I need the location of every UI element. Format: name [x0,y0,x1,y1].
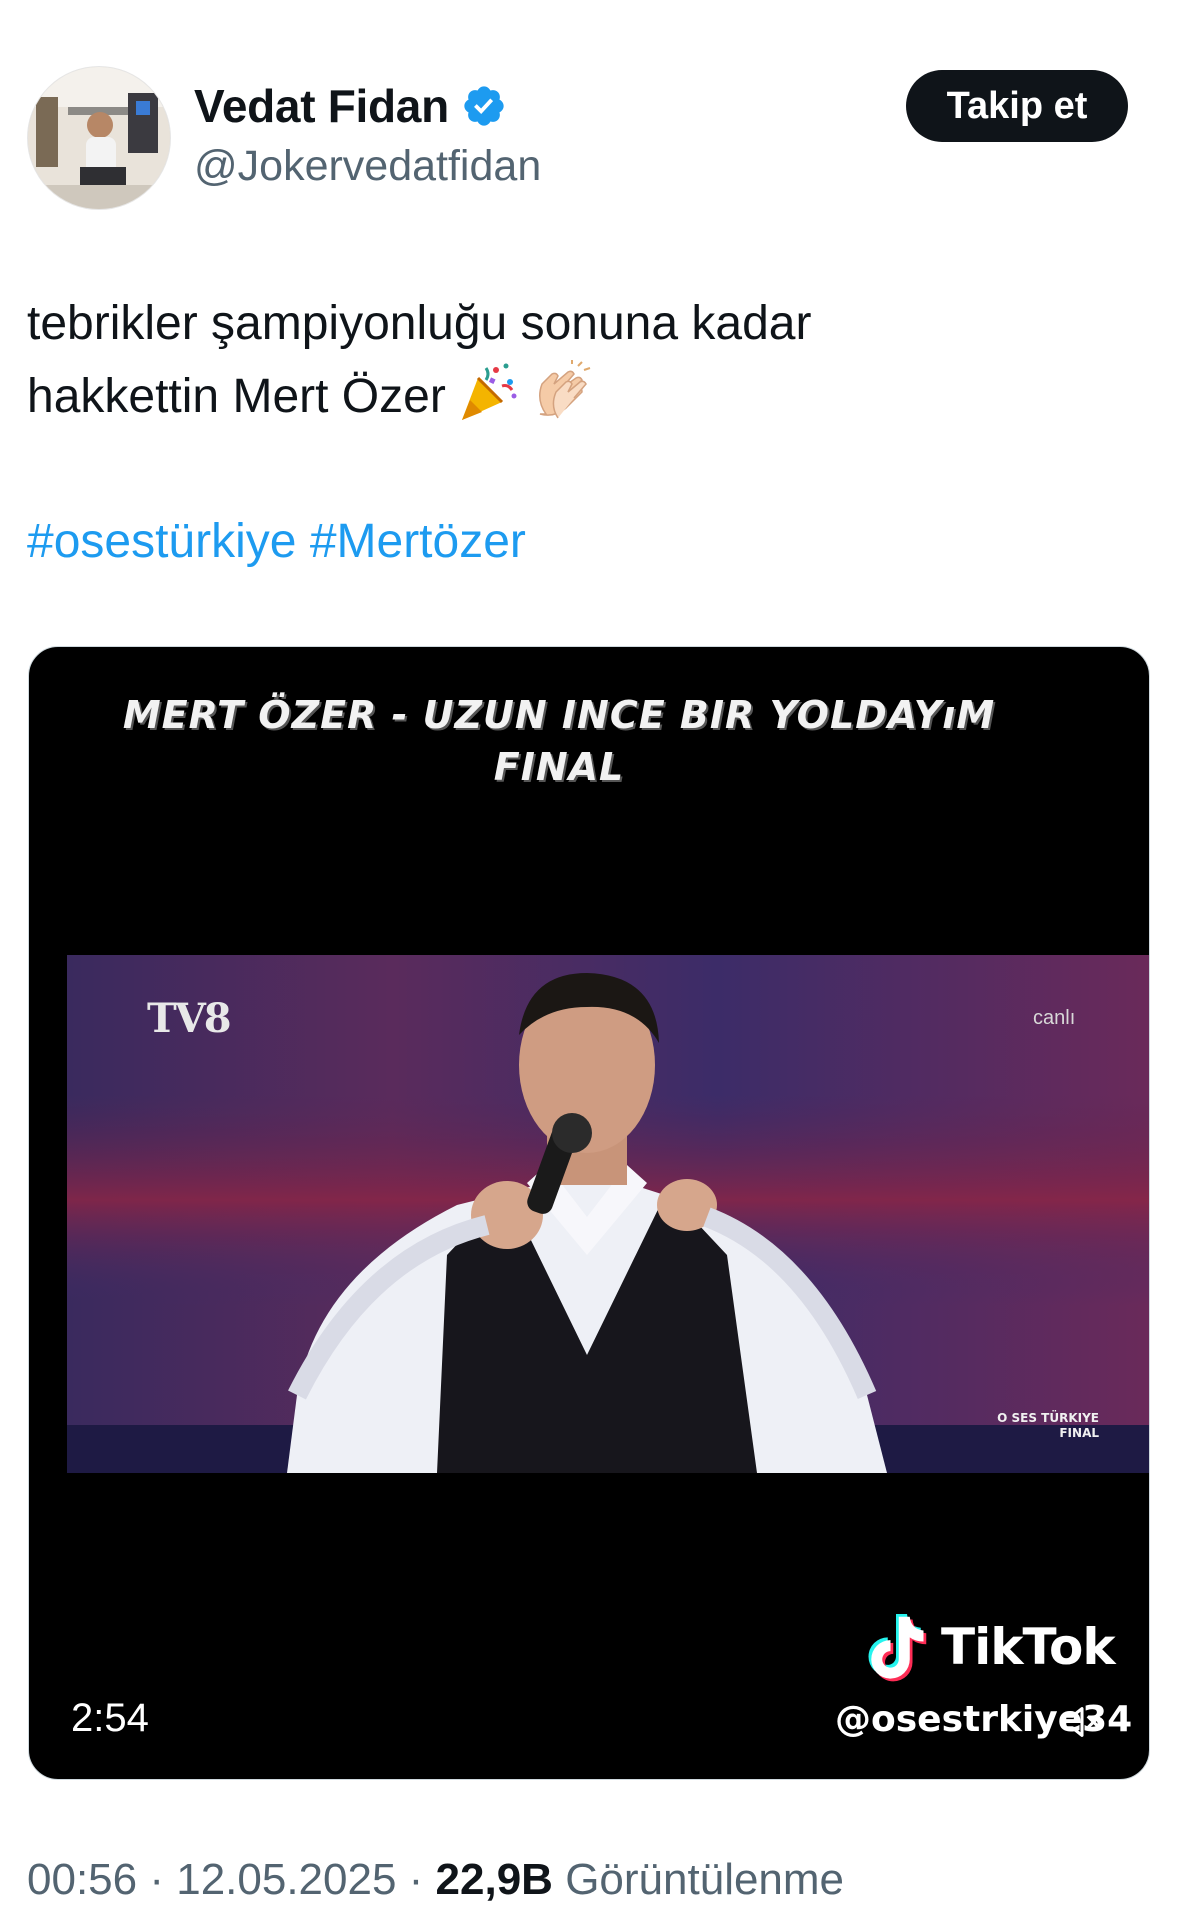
party-popper-icon [461,363,517,420]
views-label: Görüntülenme [565,1855,845,1904]
tweet-time[interactable]: 00:56 [27,1855,137,1904]
author-name-row[interactable]: Vedat Fidan [194,78,507,134]
tiktok-icon [868,1614,927,1682]
show-logo: O SES TÜRKIYE FINAL [949,1411,1099,1441]
tweet-text-line-1: tebrikler şampiyonluğu sonuna kadar [27,297,812,350]
tweet-text-line-2: hakkettin Mert Özer [27,370,446,423]
show-logo-line-1: O SES TÜRKIYE [997,1411,1099,1425]
tiktok-brand: TikTok [941,1618,1116,1676]
clapping-hands-icon [538,360,591,419]
tv8-channel-logo: TV8 [147,995,232,1042]
tweet-text-line-2-wrap: hakkettin Mert Özer [27,360,1147,433]
tweet-meta: 00:56 · 12.05.2025 · 22,9B Görüntülenme [27,1852,844,1908]
tiktok-watermark: TikTok [863,1611,1116,1683]
verified-badge-icon [464,86,504,126]
hashtag-link[interactable]: #Mertözer [310,515,526,568]
video-caption: MERT ÖZER - UZUN INCE BIR YOLDAYıM FINAL [29,689,1089,793]
author-handle[interactable]: @Jokervedatfidan [194,140,541,192]
video-duration: 2:54 [71,1696,149,1740]
live-label: canlı [1033,1007,1076,1029]
author-avatar[interactable] [27,66,171,210]
video-caption-line-2: FINAL [493,745,625,789]
hashtag-list: #osestürkiye #Mertözer [27,506,526,578]
hashtag-link[interactable]: #osestürkiye [27,515,296,568]
meta-separator: · [396,1855,436,1904]
avatar-photo [28,67,170,209]
views-count: 22,9B [435,1855,553,1904]
video-caption-line-1: MERT ÖZER - UZUN INCE BIR YOLDAYıM [122,693,996,737]
meta-separator: · [137,1855,177,1904]
video-player[interactable]: MERT ÖZER - UZUN INCE BIR YOLDAYıM FINAL [28,646,1150,1780]
follow-button[interactable]: Takip et [906,70,1128,142]
show-logo-line-2: FINAL [1059,1426,1099,1440]
author-display-name[interactable]: Vedat Fidan [194,78,449,134]
muted-speaker-icon[interactable] [1059,1699,1105,1745]
tweet-date[interactable]: 12.05.2025 [176,1855,396,1904]
tweet-text: tebrikler şampiyonluğu sonuna kadar hakk… [27,288,1147,433]
